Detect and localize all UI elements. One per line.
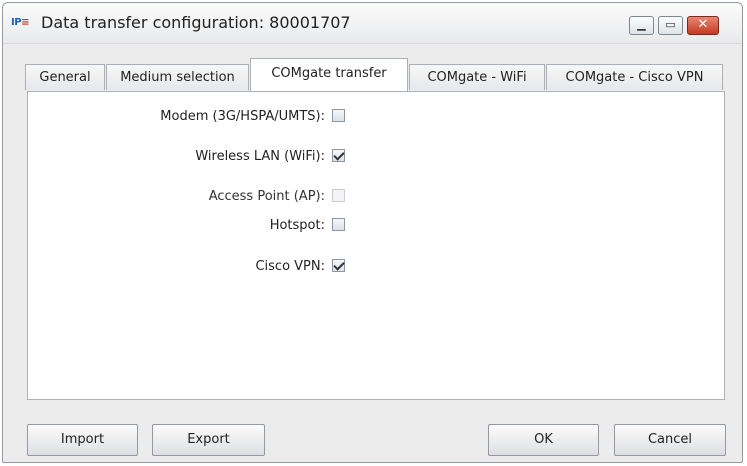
app-icon: IP≡ (11, 17, 29, 28)
option-label-hotspot: Hotspot: (269, 218, 325, 233)
option-label-cisco-vpn: Cisco VPN: (255, 259, 325, 274)
option-label-wifi: Wireless LAN (WiFi): (195, 149, 325, 164)
close-button[interactable]: ✕ (687, 16, 719, 35)
minimize-icon: ▁ (637, 18, 646, 31)
option-row-modem: Modem (3G/HSPA/UMTS): (28, 107, 724, 127)
modem-checkbox[interactable] (332, 109, 345, 122)
tab-panel: Modem (3G/HSPA/UMTS): Wireless LAN (WiFi… (27, 91, 725, 400)
tab-comgate-wifi[interactable]: COMgate - WiFi (409, 64, 545, 90)
export-button[interactable]: Export (152, 424, 265, 456)
tab-comgate-transfer[interactable]: COMgate transfer (250, 58, 408, 91)
window-title: Data transfer configuration: 80001707 (41, 13, 351, 32)
option-row-access-point: Access Point (AP): (28, 187, 724, 207)
option-label-modem: Modem (3G/HSPA/UMTS): (160, 109, 325, 124)
option-row-cisco-vpn: Cisco VPN: (28, 257, 724, 277)
ok-button[interactable]: OK (488, 424, 599, 456)
tab-comgate-cisco-vpn[interactable]: COMgate - Cisco VPN (546, 64, 723, 90)
tab-general[interactable]: General (25, 64, 105, 90)
dialog-window: IP≡ Data transfer configuration: 8000170… (2, 2, 743, 463)
maximize-icon: ▭ (665, 18, 676, 31)
cisco-vpn-checkbox[interactable] (332, 259, 345, 272)
import-button[interactable]: Import (27, 424, 138, 456)
option-row-wifi: Wireless LAN (WiFi): (28, 147, 724, 167)
hotspot-checkbox[interactable] (332, 218, 345, 231)
option-row-hotspot: Hotspot: (28, 216, 724, 236)
access-point-checkbox (332, 189, 345, 202)
tab-medium-selection[interactable]: Medium selection (106, 64, 249, 90)
cancel-button[interactable]: Cancel (614, 424, 726, 456)
maximize-button[interactable]: ▭ (658, 16, 683, 35)
close-icon: ✕ (697, 17, 709, 32)
minimize-button[interactable]: ▁ (629, 16, 654, 35)
wifi-checkbox[interactable] (332, 149, 345, 162)
title-bar[interactable]: IP≡ Data transfer configuration: 8000170… (3, 3, 742, 44)
option-label-access-point: Access Point (AP): (208, 189, 325, 204)
